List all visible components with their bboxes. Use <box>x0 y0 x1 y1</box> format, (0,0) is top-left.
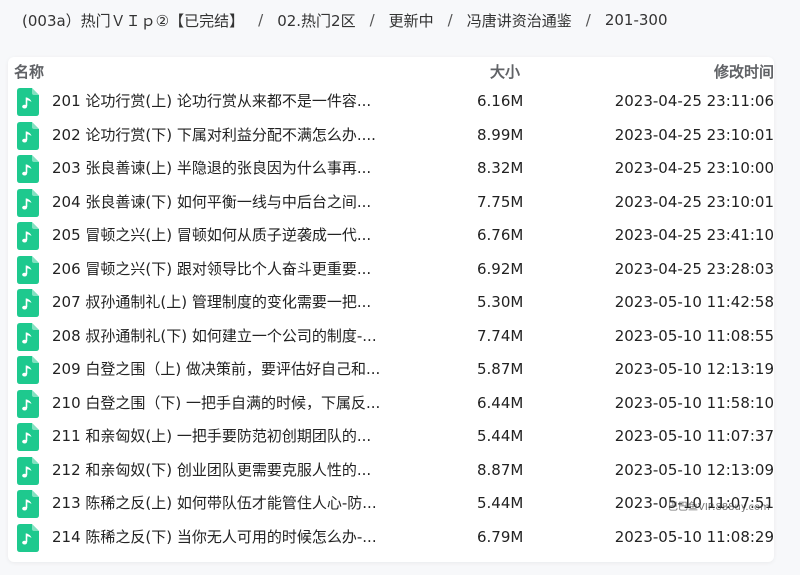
music-file-icon <box>17 289 39 317</box>
music-file-icon <box>17 389 39 418</box>
breadcrumb-item[interactable]: 201-300 <box>605 11 668 29</box>
file-name: 211 和亲匈奴(上) 一把手要防范初创期团队的... <box>52 427 372 445</box>
breadcrumb-separator: / <box>585 11 591 29</box>
music-file-icon <box>17 456 39 485</box>
file-modified-time: 2023-04-25 23:10:00 <box>614 159 774 177</box>
file-list-panel: 名称 大小 修改时间 201 论功行赏(上) 论功行赏从来都不是一件容... 6.… <box>8 57 774 562</box>
file-size: 7.75M <box>477 192 524 211</box>
file-name: 204 张良善谏(下) 如何平衡一线与中后台之间... <box>52 192 372 211</box>
breadcrumb-item[interactable]: 更新中 <box>389 10 434 31</box>
file-modified-time: 2023-05-10 12:13:09 <box>614 460 774 479</box>
file-name: 214 陈稀之反(下) 当你无人可用的时候怎么办-... <box>52 527 377 546</box>
watermark: 巴巴鱼VIP.888uy.com <box>668 502 770 513</box>
file-modified-time: 2023-04-25 23:41:10 <box>614 226 774 244</box>
file-row[interactable]: 206 冒顿之兴(下) 跟对领导比个人奋斗更重要... 6.92M 2023-04-… <box>8 253 774 286</box>
file-size: 5.87M <box>477 360 524 378</box>
file-row[interactable]: 204 张良善谏(下) 如何平衡一线与中后台之间... 7.75M 2023-04-… <box>8 186 774 219</box>
music-file-icon <box>17 155 39 183</box>
file-size: 7.74M <box>477 326 524 345</box>
file-modified-time: 2023-04-25 23:28:03 <box>614 259 774 278</box>
breadcrumb: (003a）热门ＶＩｐ②【已完结】 / 02.热门2区 / 更新中 / 冯唐讲资治通鉴 / 20… <box>22 8 668 32</box>
file-modified-time: 2023-04-25 23:11:06 <box>614 92 774 110</box>
file-name: 210 白登之围（下) 一把手自满的时候，下属反... <box>52 393 381 412</box>
music-file-icon <box>17 121 39 150</box>
file-size: 5.30M <box>477 293 524 311</box>
column-header-name[interactable]: 名称 <box>14 61 44 82</box>
file-size: 8.32M <box>477 159 524 177</box>
file-size: 5.44M <box>477 494 524 512</box>
breadcrumb-item[interactable]: 02.热门2区 <box>277 10 355 31</box>
music-file-icon <box>17 490 39 518</box>
file-row[interactable]: 207 叔孙通制礼(上) 管理制度的变化需要一把... 5.30M 2023-05-… <box>8 286 774 319</box>
file-modified-time: 2023-05-10 11:58:10 <box>614 393 774 412</box>
file-row[interactable]: 201 论功行赏(上) 论功行赏从来都不是一件容... 6.16M 2023-04-… <box>8 85 774 118</box>
breadcrumb-item[interactable]: 冯唐讲资治通鉴 <box>467 10 572 31</box>
music-file-icon <box>17 88 39 116</box>
file-row[interactable]: 214 陈稀之反(下) 当你无人可用的时候怎么办-... 6.79M 2023-05… <box>8 521 774 554</box>
file-modified-time: 2023-05-10 11:42:58 <box>614 293 774 311</box>
file-name: 206 冒顿之兴(下) 跟对领导比个人奋斗更重要... <box>52 259 372 278</box>
music-file-icon <box>17 222 39 250</box>
file-size: 6.16M <box>477 92 524 110</box>
file-modified-time: 2023-05-10 11:08:29 <box>614 527 774 546</box>
music-file-icon <box>17 322 39 351</box>
column-header-modified[interactable]: 修改时间 <box>714 61 774 82</box>
file-name: 201 论功行赏(上) 论功行赏从来都不是一件容... <box>52 92 372 110</box>
file-row[interactable]: 211 和亲匈奴(上) 一把手要防范初创期团队的... 5.44M 2023-05-… <box>8 420 774 453</box>
file-row[interactable]: 209 白登之围（上) 做决策前，要评估好自己和... 5.87M 2023-05-… <box>8 353 774 386</box>
file-size: 8.87M <box>477 460 524 479</box>
file-name: 205 冒顿之兴(上) 冒顿如何从质子逆袭成一代... <box>52 226 372 244</box>
breadcrumb-separator: / <box>447 11 453 29</box>
file-size: 6.92M <box>477 259 524 278</box>
file-name: 213 陈稀之反(上) 如何带队伍才能管住人心-防... <box>52 494 377 512</box>
file-row[interactable]: 205 冒顿之兴(上) 冒顿如何从质子逆袭成一代... 6.76M 2023-04-… <box>8 219 774 252</box>
file-size: 6.76M <box>477 226 524 244</box>
music-file-icon <box>17 188 39 217</box>
breadcrumb-separator: / <box>369 11 375 29</box>
music-file-icon <box>17 423 39 451</box>
file-name: 209 白登之围（上) 做决策前，要评估好自己和... <box>52 360 381 378</box>
file-name: 203 张良善谏(上) 半隐退的张良因为什么事再... <box>52 159 372 177</box>
music-file-icon <box>17 255 39 284</box>
music-file-icon <box>17 356 39 384</box>
music-file-icon <box>17 523 39 552</box>
breadcrumb-separator: / <box>258 11 264 29</box>
file-list-header: 名称 大小 修改时间 <box>8 57 774 85</box>
breadcrumb-item[interactable]: (003a）热门ＶＩｐ②【已完结】 <box>22 10 244 31</box>
column-header-size[interactable]: 大小 <box>490 61 520 82</box>
file-size: 5.44M <box>477 427 524 445</box>
file-row[interactable]: 208 叔孙通制礼(下) 如何建立一个公司的制度-... 7.74M 2023-05… <box>8 320 774 353</box>
file-row[interactable]: 203 张良善谏(上) 半隐退的张良因为什么事再... 8.32M 2023-04-… <box>8 152 774 185</box>
file-modified-time: 2023-05-10 11:07:37 <box>614 427 774 445</box>
file-name: 207 叔孙通制礼(上) 管理制度的变化需要一把... <box>52 293 372 311</box>
file-modified-time: 2023-04-25 23:10:01 <box>614 192 774 211</box>
file-modified-time: 2023-05-10 12:13:19 <box>614 360 774 378</box>
file-row[interactable]: 202 论功行赏(下) 下属对利益分配不满怎么办.... 8.99M 2023-04… <box>8 119 774 152</box>
file-modified-time: 2023-04-25 23:10:01 <box>614 125 774 144</box>
file-row[interactable]: 210 白登之围（下) 一把手自满的时候，下属反... 6.44M 2023-05-… <box>8 387 774 420</box>
file-size: 6.44M <box>477 393 524 412</box>
file-row[interactable]: 212 和亲匈奴(下) 创业团队更需要克服人性的... 8.87M 2023-05-… <box>8 454 774 487</box>
file-size: 8.99M <box>477 125 524 144</box>
file-size: 6.79M <box>477 527 524 546</box>
file-row[interactable]: 213 陈稀之反(上) 如何带队伍才能管住人心-防... 5.44M 2023-05… <box>8 487 774 520</box>
file-name: 212 和亲匈奴(下) 创业团队更需要克服人性的... <box>52 460 372 479</box>
file-name: 208 叔孙通制礼(下) 如何建立一个公司的制度-... <box>52 326 377 345</box>
file-name: 202 论功行赏(下) 下属对利益分配不满怎么办.... <box>52 125 376 144</box>
file-modified-time: 2023-05-10 11:08:55 <box>614 326 774 345</box>
